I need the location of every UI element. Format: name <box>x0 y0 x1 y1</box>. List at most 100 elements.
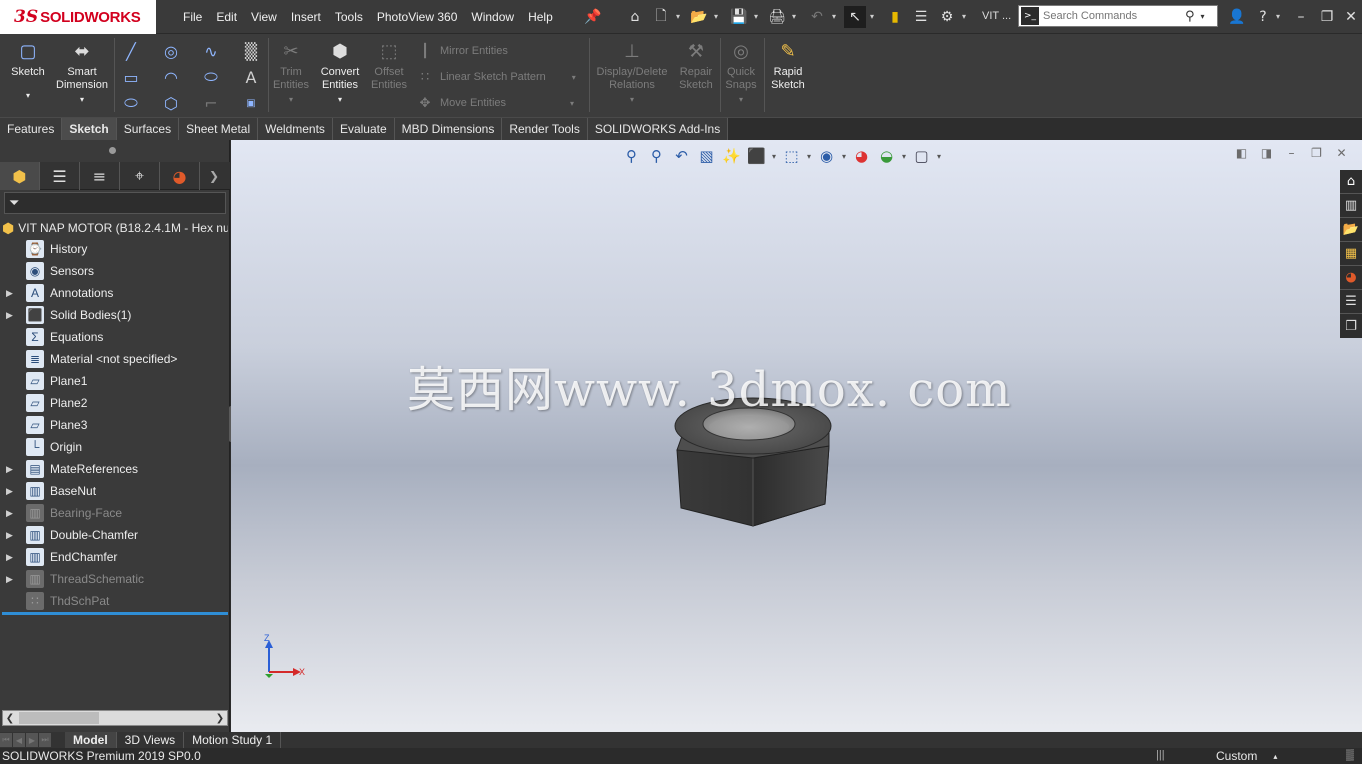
tile-right-icon[interactable]: ◨ <box>1254 144 1279 162</box>
options-gear-icon[interactable]: ⚙ <box>936 6 958 28</box>
solidworks-forum-icon[interactable]: ❐ <box>1340 314 1362 338</box>
dynamic-annotation-icon[interactable]: ✨ <box>719 145 744 167</box>
convert-entities-button[interactable]: ⬢ Convert Entities ▾ <box>316 38 364 106</box>
tree-item[interactable]: ≣ Material <not specified> <box>0 348 228 370</box>
rollback-bar[interactable] <box>2 612 228 615</box>
circle-icon[interactable]: ◎ <box>160 40 182 62</box>
trim-caret-icon[interactable]: ▾ <box>289 93 293 106</box>
text-icon[interactable]: A <box>240 66 262 88</box>
tab-evaluate[interactable]: Evaluate <box>332 118 395 140</box>
select-icon[interactable]: ↖ <box>844 6 866 28</box>
plane-icon[interactable]: ▣ <box>240 92 262 114</box>
tree-item[interactable]: ◉ Sensors <box>0 260 228 282</box>
doc-minimize-icon[interactable]: – <box>1279 144 1304 162</box>
expand-arrow-icon[interactable]: ▶ <box>6 530 16 541</box>
feature-manager-tab-icon[interactable]: ⬢ <box>0 162 40 190</box>
home-icon[interactable]: ⌂ <box>624 6 646 28</box>
offset-entities-button[interactable]: ⬚ Offset Entities <box>368 38 410 92</box>
next-tab-icon[interactable]: ▶ <box>26 733 38 747</box>
expand-arrow-icon[interactable]: ▶ <box>6 508 16 519</box>
tab-motion-study[interactable]: Motion Study 1 <box>184 732 282 748</box>
display-manager-tab-icon[interactable]: ◕ <box>160 162 200 190</box>
expand-arrow-icon[interactable]: ▶ <box>6 310 16 321</box>
view-settings-icon[interactable]: ▢ <box>909 145 934 167</box>
appearances-icon[interactable]: ◕ <box>1340 266 1362 290</box>
hide-show-items-icon[interactable]: ◉ <box>814 145 839 167</box>
linear-sketch-pattern-button[interactable]: ∷ Linear Sketch Pattern ▾ <box>416 68 576 86</box>
menu-insert[interactable]: Insert <box>284 10 328 24</box>
tree-item[interactable]: └ Origin <box>0 436 228 458</box>
dimxpert-tab-icon[interactable]: ⌖ <box>120 162 160 190</box>
menu-view[interactable]: View <box>244 10 284 24</box>
menu-edit[interactable]: Edit <box>209 10 244 24</box>
zoom-to-area-icon[interactable]: ⚲ <box>644 145 669 167</box>
undo-caret-icon[interactable]: ▾ <box>832 12 840 22</box>
tree-root-part[interactable]: ⬢ VIT NAP MOTOR (B18.2.4.1M - Hex nu <box>2 218 228 238</box>
tree-item[interactable]: ▱ Plane2 <box>0 392 228 414</box>
doc-restore-icon[interactable]: ❐ <box>1304 144 1329 162</box>
save-caret-icon[interactable]: ▾ <box>754 12 762 22</box>
solidworks-logo[interactable]: 3S SOLIDWORKS <box>0 0 156 34</box>
search-icon[interactable]: ⚲ <box>1185 9 1195 24</box>
chevron-right-icon[interactable]: ❯ <box>200 162 228 190</box>
sketch-caret-icon[interactable]: ▾ <box>26 89 30 102</box>
point-grid-icon[interactable]: ▒ <box>240 40 262 62</box>
display-style-icon[interactable]: ⬚ <box>779 145 804 167</box>
expand-arrow-icon[interactable]: ▶ <box>6 486 16 497</box>
search-caret-icon[interactable]: ▾ <box>1201 12 1205 21</box>
tree-item[interactable]: ∷ ThdSchPat <box>0 590 228 612</box>
file-explorer-icon[interactable]: 📂 <box>1340 218 1362 242</box>
display-style-caret-icon[interactable]: ▾ <box>804 145 814 167</box>
undo-icon[interactable]: ↶ <box>806 6 828 28</box>
hide-show-caret-icon[interactable]: ▾ <box>839 145 849 167</box>
options-caret-icon[interactable]: ▾ <box>962 12 970 22</box>
property-manager-tab-icon[interactable]: ☰ <box>40 162 80 190</box>
sketch-button[interactable]: ▢ Sketch ▾ <box>8 38 48 102</box>
menu-tools[interactable]: Tools <box>328 10 370 24</box>
polygon-icon[interactable]: ⬡ <box>160 92 182 114</box>
expand-arrow-icon[interactable]: ▶ <box>6 464 16 475</box>
graphics-area[interactable]: ⚲ ⚲ ↶ ▧ ✨ ⬛ ▾ ⬚ ▾ ◉ ▾ ◕ ◒ ▾ ▢ ▾ ◧ ◨ – ❐ … <box>231 140 1362 732</box>
expand-arrow-icon[interactable]: ▶ <box>6 552 16 563</box>
rapid-sketch-button[interactable]: ✎ Rapid Sketch <box>768 38 808 92</box>
tree-filter[interactable]: ⏷ <box>4 192 226 214</box>
custom-properties-icon[interactable]: ☰ <box>1340 290 1362 314</box>
tree-item[interactable]: ▶ ⬛ Solid Bodies(1) <box>0 304 228 326</box>
close-icon[interactable]: ✕ <box>1340 6 1362 28</box>
tree-item[interactable]: ▱ Plane1 <box>0 370 228 392</box>
tab-solidworks-add-ins[interactable]: SOLIDWORKS Add-Ins <box>587 118 729 140</box>
previous-view-icon[interactable]: ↶ <box>669 145 694 167</box>
move-entities-button[interactable]: ✥ Move Entities ▾ <box>416 94 575 112</box>
restore-icon[interactable]: ❐ <box>1316 6 1338 28</box>
tab-mbd-dimensions[interactable]: MBD Dimensions <box>394 118 503 140</box>
unit-caret-icon[interactable]: ▴ <box>1273 752 1277 761</box>
print-icon[interactable]: 🖨 <box>766 6 788 28</box>
open-caret-icon[interactable]: ▾ <box>714 12 722 22</box>
prev-tab-icon[interactable]: ◀ <box>13 733 25 747</box>
rectangle-icon[interactable]: ▭ <box>120 66 142 88</box>
ellipse-icon[interactable]: ⬭ <box>200 66 222 88</box>
solidworks-resources-icon[interactable]: ⌂ <box>1340 170 1362 194</box>
select-caret-icon[interactable]: ▾ <box>870 12 878 22</box>
quick-snaps-caret-icon[interactable]: ▾ <box>739 93 743 106</box>
open-icon[interactable]: 📂 <box>688 6 710 28</box>
display-delete-relations-button[interactable]: ⊥ Display/Delete Relations ▾ <box>594 38 670 106</box>
slot-icon[interactable]: ⬭ <box>120 92 142 114</box>
tree-item[interactable]: ▶ ▥ BaseNut <box>0 480 228 502</box>
fillet-icon[interactable]: ⌐ <box>200 92 222 114</box>
mirror-entities-button[interactable]: ┃ Mirror Entities <box>416 42 508 60</box>
file-properties-icon[interactable]: ☰ <box>910 6 932 28</box>
last-tab-icon[interactable]: ⏭ <box>39 733 51 747</box>
linear-pattern-caret-icon[interactable]: ▾ <box>572 73 576 82</box>
menu-help[interactable]: Help <box>521 10 560 24</box>
tree-item[interactable]: ⌚ History <box>0 238 228 260</box>
zoom-to-fit-icon[interactable]: ⚲ <box>619 145 644 167</box>
menu-window[interactable]: Window <box>464 10 521 24</box>
arc-icon[interactable]: ◠ <box>160 66 182 88</box>
minimize-icon[interactable]: – <box>1290 6 1312 28</box>
help-caret-icon[interactable]: ▾ <box>1276 12 1284 22</box>
expand-arrow-icon[interactable]: ▶ <box>6 574 16 585</box>
first-tab-icon[interactable]: ⏮ <box>0 733 12 747</box>
smart-dimension-caret-icon[interactable]: ▾ <box>80 93 84 106</box>
spline-icon[interactable]: ∿ <box>200 40 222 62</box>
